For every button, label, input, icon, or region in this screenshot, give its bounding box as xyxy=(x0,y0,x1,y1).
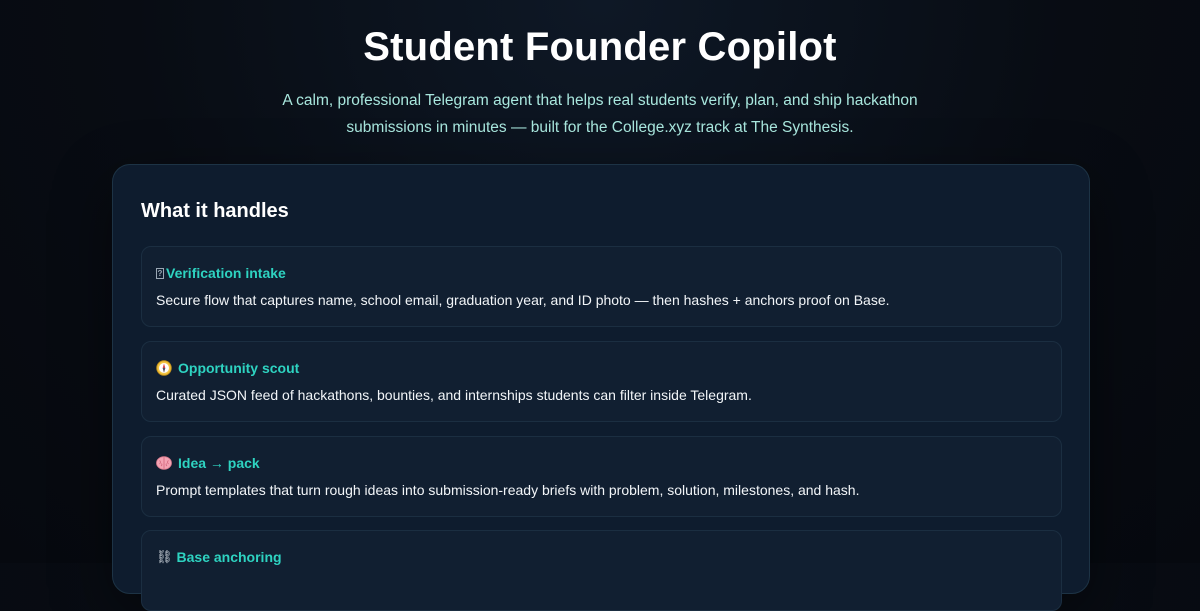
feature-card-idea: Idea → pack Prompt templates that turn r… xyxy=(141,436,1062,517)
feature-card-title: Verification intake xyxy=(166,265,286,281)
brain-icon xyxy=(156,456,172,470)
features-panel-title: What it handles xyxy=(141,200,289,222)
feature-card-title: Opportunity scout xyxy=(178,360,300,376)
feature-card-description: Secure flow that captures name, school e… xyxy=(156,292,890,308)
feature-card-anchoring: ⛓ Base anchoring xyxy=(141,530,1062,611)
feature-card-title: Idea → pack xyxy=(178,455,260,471)
feature-card-description: Curated JSON feed of hackathons, bountie… xyxy=(156,387,752,403)
feature-card-header: Idea → pack xyxy=(156,455,260,471)
compass-icon xyxy=(156,360,172,376)
page-title: Student Founder Copilot xyxy=(363,25,837,69)
feature-card-description: Prompt templates that turn rough ideas i… xyxy=(156,482,860,498)
feature-card-header: Opportunity scout xyxy=(156,360,299,376)
feature-card-header: ? Verification intake xyxy=(156,265,286,281)
missing-glyph-icon: ? xyxy=(156,267,164,279)
feature-card-verification: ? Verification intake Secure flow that c… xyxy=(141,246,1062,327)
features-panel: What it handles ? Verification intake Se… xyxy=(112,164,1090,611)
hero-section: Student Founder Copilot A calm, professi… xyxy=(0,0,1200,141)
page-subtitle: A calm, professional Telegram agent that… xyxy=(282,92,918,136)
feature-card-opportunity: Opportunity scout Curated JSON feed of h… xyxy=(141,341,1062,422)
